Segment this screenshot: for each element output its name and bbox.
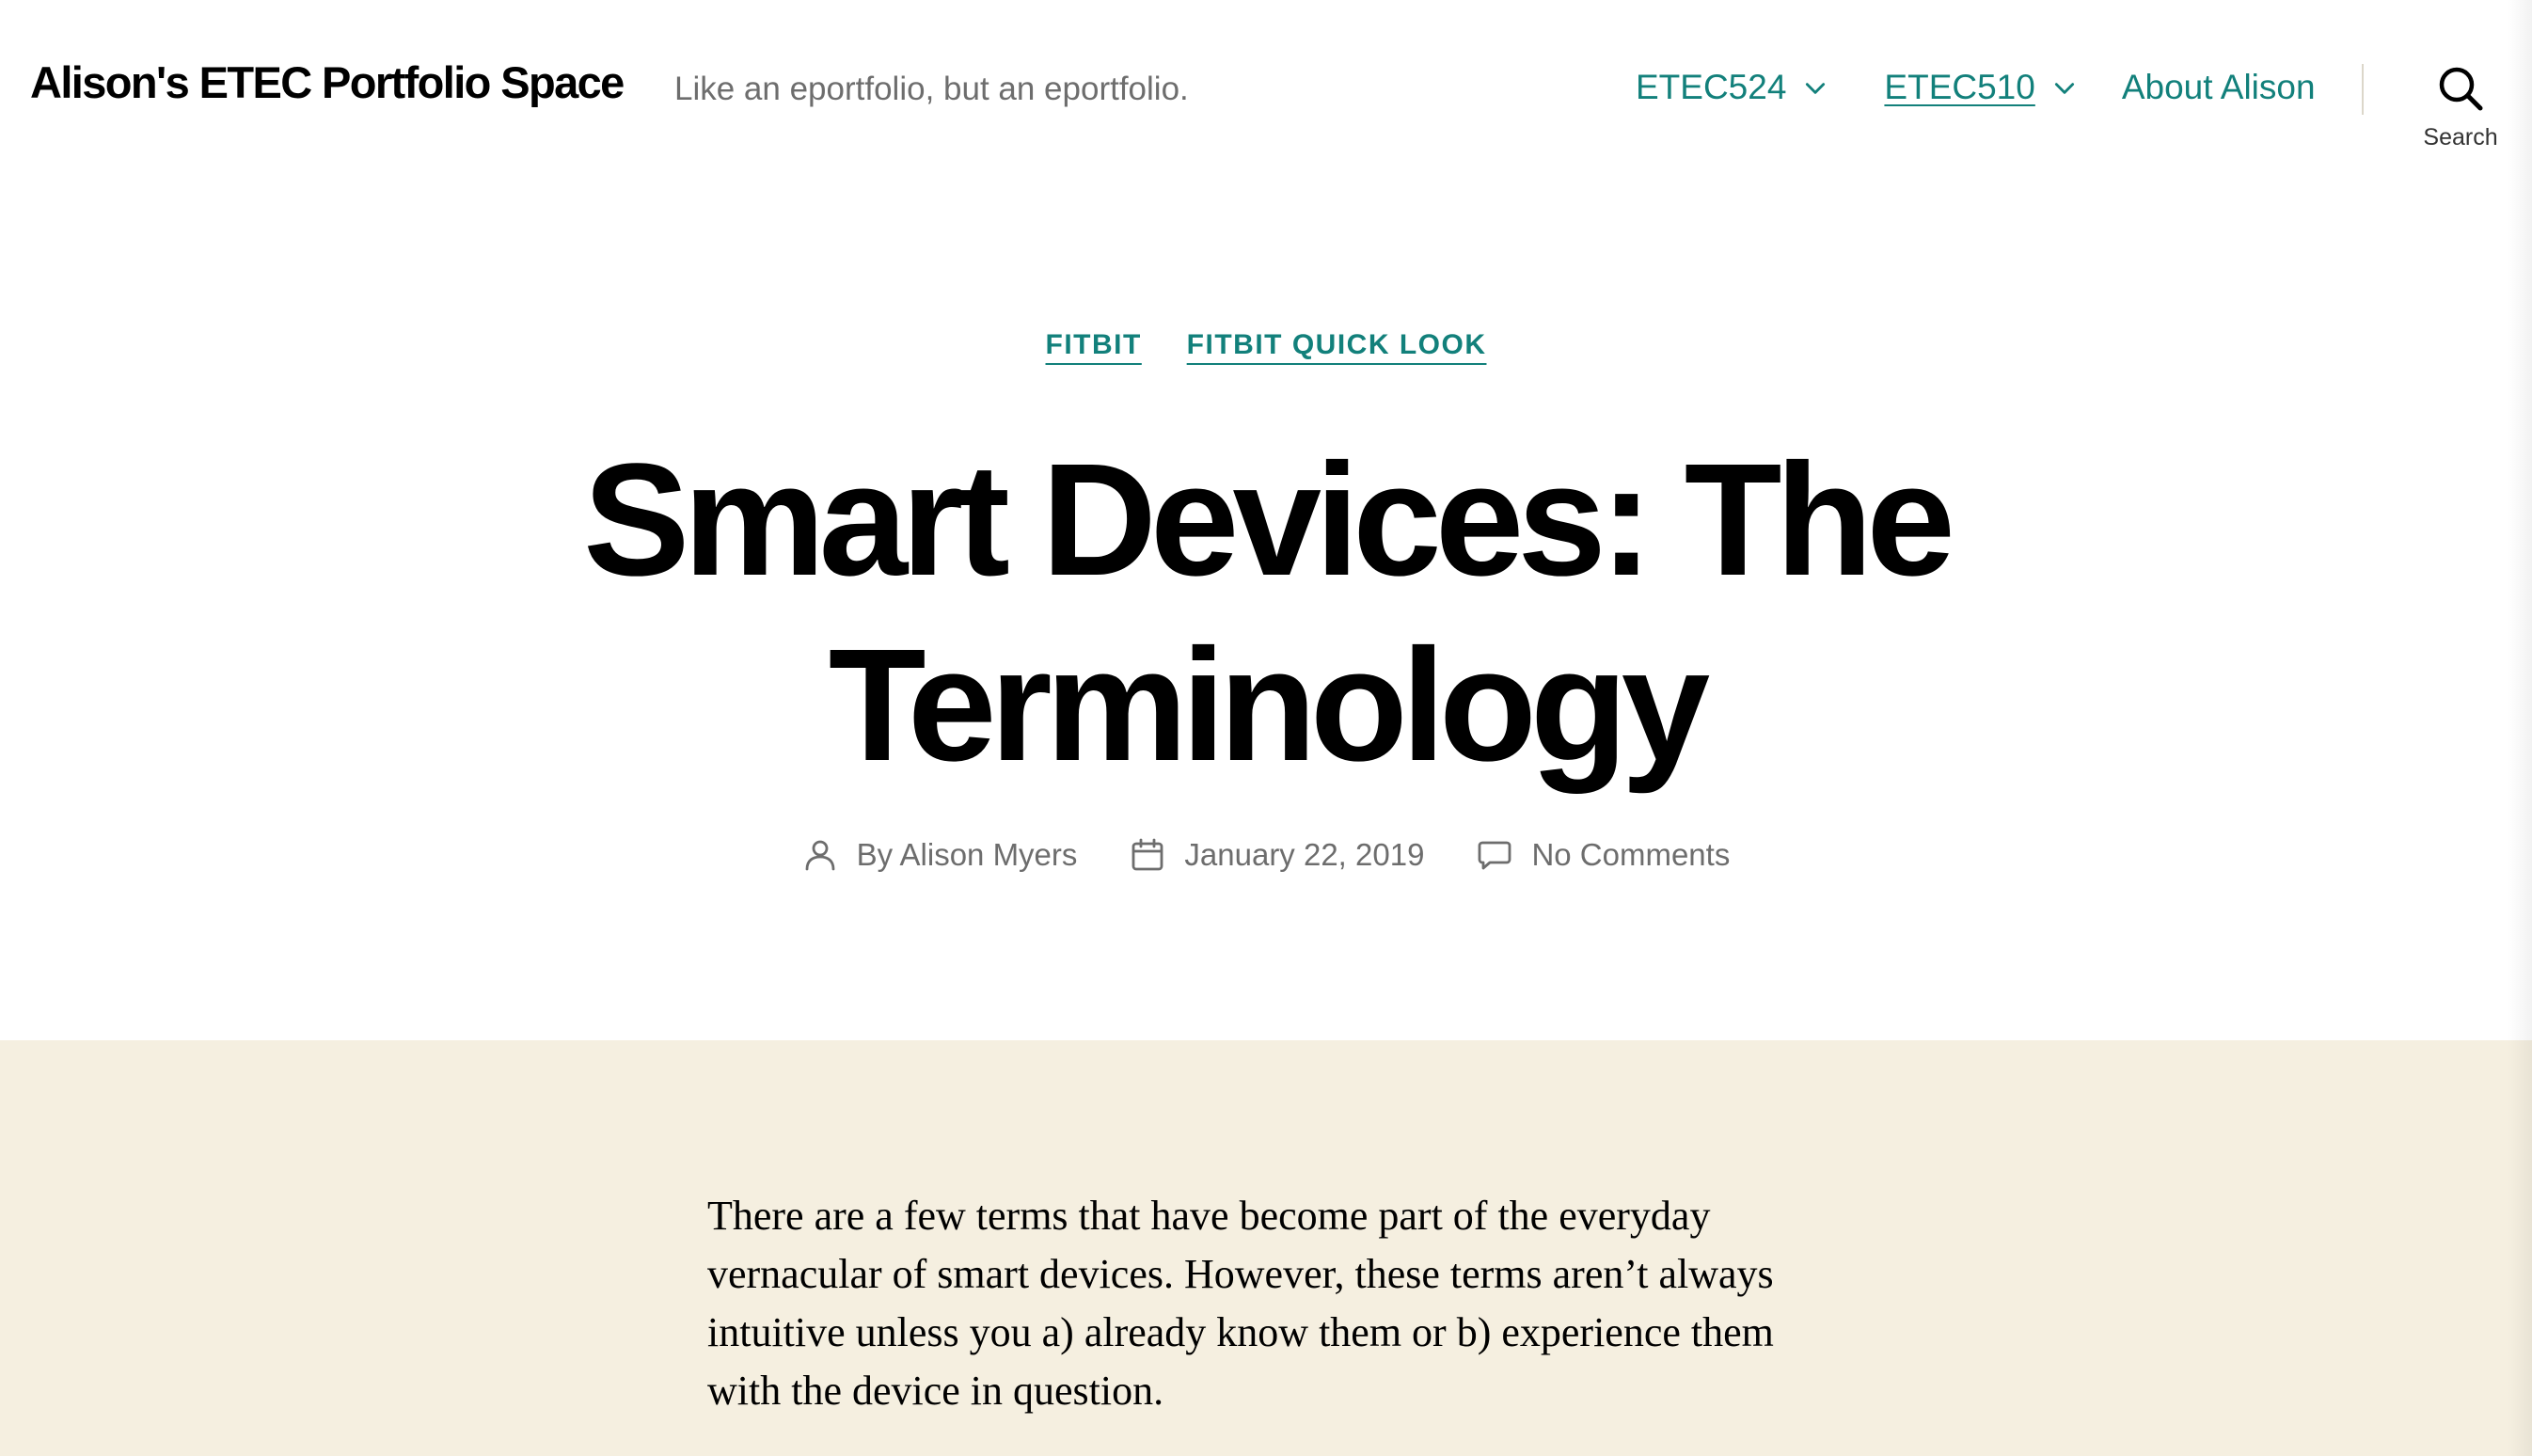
post-title: Smart Devices: The Terminology [583,431,1955,795]
site-title[interactable]: Alison's ETEC Portfolio Space [30,56,625,108]
post-content: There are a few terms that have become p… [0,1040,2532,1456]
nav-item-etec510[interactable]: ETEC510 [1884,68,2076,107]
page: Alison's ETEC Portfolio Space Like an ep… [0,0,2532,1456]
entry-header: FITBIT FITBIT QUICK LOOK Smart Devices: … [0,179,2532,1040]
post-comments: No Comments [1477,837,1730,873]
primary-nav: ETEC524 ETEC510 About Alison [1636,64,2316,111]
search-toggle-button[interactable]: Search [2404,56,2517,160]
category-link-fitbit[interactable]: FITBIT [1046,329,1142,360]
post-date-link[interactable]: January 22, 2019 [1184,837,1424,873]
comment-icon [1479,841,1511,870]
search-label[interactable]: Search [2404,124,2517,151]
nav-item-label[interactable]: About Alison [2122,68,2316,107]
post-comments-link[interactable]: No Comments [1531,837,1730,873]
post-author: By Alison Myers [802,837,1078,873]
category-link-fitbit-quick-look[interactable]: FITBIT QUICK LOOK [1187,329,1487,360]
chevron-down-icon[interactable] [2052,76,2077,101]
site-header: Alison's ETEC Portfolio Space Like an ep… [0,0,2532,179]
calendar-icon [1132,838,1163,871]
person-icon [805,840,835,871]
nav-item-etec524[interactable]: ETEC524 [1636,68,1828,107]
nav-item-label[interactable]: ETEC524 [1636,68,1786,107]
post-author-link[interactable]: By Alison Myers [857,837,1078,873]
header-divider [2362,64,2364,115]
post-categories: FITBIT FITBIT QUICK LOOK [0,329,2532,361]
chevron-down-icon[interactable] [1803,76,1828,101]
site-tagline: Like an eportfolio, but an eportfolio. [674,71,1189,107]
post-paragraph: There are a few terms that have become p… [707,1193,1774,1414]
post-meta: By Alison Myers January 22, 2019 No Comm… [0,837,2532,873]
post-date: January 22, 2019 [1130,837,1424,873]
search-icon[interactable] [2436,64,2485,113]
nav-item-about-alison[interactable]: About Alison [2122,68,2316,107]
nav-item-label[interactable]: ETEC510 [1884,68,2034,107]
